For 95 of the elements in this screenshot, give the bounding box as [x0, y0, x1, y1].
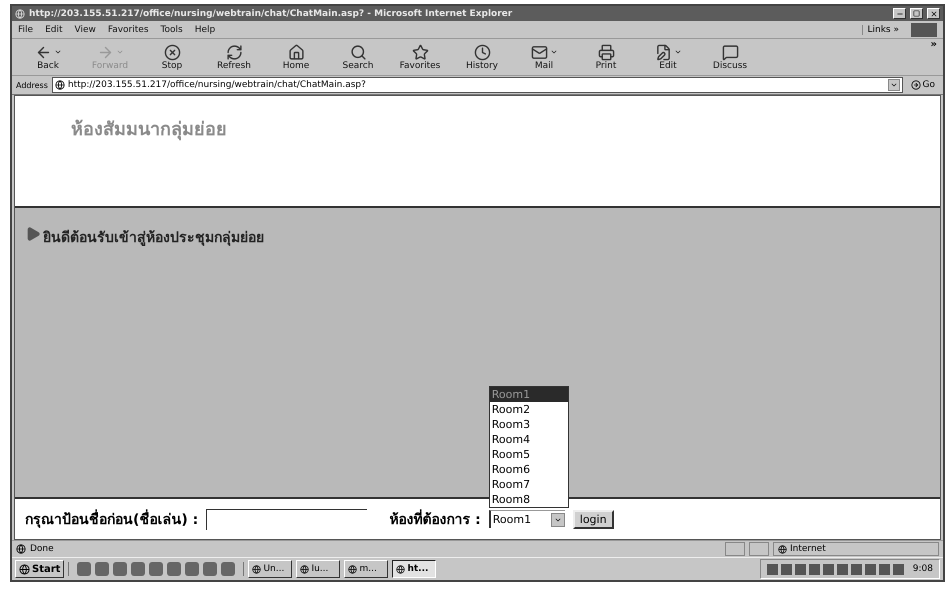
quick-launch-icon[interactable]	[95, 562, 110, 576]
start-button[interactable]: Start	[15, 560, 64, 578]
tray-icon[interactable]	[836, 564, 848, 574]
document-edit-icon	[654, 44, 672, 60]
toolbar-button[interactable]: Search	[328, 40, 388, 74]
dropdown-button[interactable]	[888, 79, 900, 91]
close-icon	[930, 10, 938, 18]
more-chevron[interactable]: »	[930, 39, 937, 50]
go-button[interactable]: Go	[906, 80, 939, 90]
menu-item[interactable]: View	[74, 24, 96, 34]
tray-icon[interactable]	[892, 564, 904, 574]
globe-icon	[348, 564, 358, 574]
room-option[interactable]: Room5	[490, 446, 568, 462]
zone-text: Internet	[790, 544, 826, 554]
tray-icon[interactable]	[864, 564, 876, 574]
globe-icon	[252, 564, 262, 574]
room-option[interactable]: Room2	[490, 402, 568, 416]
toolbar-button[interactable]: Favorites	[390, 40, 450, 74]
printer-icon	[598, 44, 614, 60]
stop-icon	[164, 44, 180, 60]
toolbar-button[interactable]: Refresh	[204, 40, 264, 74]
links-button[interactable]: Links »	[862, 24, 899, 34]
room-option[interactable]: Room8	[490, 492, 568, 506]
quick-launch-icon[interactable]	[185, 562, 200, 576]
toolbar-button[interactable]: Stop	[142, 40, 202, 74]
menu-item[interactable]: Help	[194, 24, 216, 34]
taskbar-task[interactable]: Iu...	[296, 560, 340, 578]
menu-item[interactable]: Favorites	[108, 24, 149, 34]
taskbar-task[interactable]: m...	[344, 560, 388, 578]
toolbar-button[interactable]: Home	[266, 40, 326, 74]
address-label: Address	[16, 80, 48, 90]
nickname-label: กรุณาป้อนชื่อก่อน(ชื่อเล่น) :	[25, 508, 198, 530]
room-option[interactable]: Room7	[490, 476, 568, 492]
tray-icon[interactable]	[850, 564, 862, 574]
toolbar-button[interactable]: Edit	[638, 40, 698, 74]
room-label: ห้องที่ต้องการ :	[389, 508, 481, 530]
search-icon	[350, 44, 366, 60]
tray-icon[interactable]	[808, 564, 820, 574]
globe-icon	[396, 564, 406, 574]
room-option[interactable]: Room3	[490, 416, 568, 432]
page-heading: ห้องสัมมนากลุ่มย่อย	[71, 118, 227, 142]
globe-icon	[778, 544, 787, 554]
room-option[interactable]: Room4	[490, 432, 568, 446]
menu-item[interactable]: Tools	[160, 24, 183, 34]
globe-icon	[300, 564, 310, 574]
welcome-text: ยินดีต้อนรับเข้าสู่ห้องประชุมกลุ่มย่อย	[43, 228, 264, 248]
status-text: Done	[30, 544, 55, 554]
login-button[interactable]: login	[572, 510, 614, 528]
clock-icon	[474, 44, 490, 60]
maximize-button[interactable]	[910, 8, 923, 19]
globe-icon	[19, 564, 30, 574]
close-button[interactable]	[927, 8, 940, 19]
throbber-block	[911, 22, 937, 36]
clock: 9:08	[912, 564, 933, 574]
quick-launch-icon[interactable]	[167, 562, 182, 576]
room-option[interactable]: Room6	[490, 462, 568, 476]
status-pane	[725, 542, 745, 556]
toolbar-button[interactable]: Print	[576, 40, 636, 74]
window-title: http://203.155.51.217/office/nursing/webtrain/chat/ChatMain.asp? - Microsoft Internet Explorer	[29, 8, 514, 18]
taskbar-task[interactable]: ht...	[392, 560, 436, 578]
home-icon	[288, 44, 304, 60]
toolbar-button[interactable]: History	[452, 40, 512, 74]
quick-launch-icon[interactable]	[113, 562, 128, 576]
star-icon	[412, 44, 428, 60]
play-icon	[25, 226, 41, 242]
menu-item[interactable]: File	[18, 24, 34, 34]
tray-icon[interactable]	[794, 564, 806, 574]
refresh-icon	[226, 44, 242, 60]
arrow-circle-icon	[910, 80, 921, 90]
room-select[interactable]: Room1	[488, 510, 565, 528]
minimize-button[interactable]	[893, 8, 906, 19]
maximize-icon	[913, 10, 920, 17]
tray-icon[interactable]	[878, 564, 890, 574]
quick-launch-icon[interactable]	[221, 562, 236, 576]
page-icon	[54, 80, 65, 90]
caret-icon	[890, 81, 898, 89]
toolbar-button[interactable]: Discuss	[700, 40, 760, 74]
taskbar-task[interactable]: Un...	[248, 560, 292, 578]
room-option[interactable]: Room1	[490, 386, 568, 402]
toolbar-button[interactable]: Back	[18, 40, 78, 74]
address-field[interactable]: http://203.155.51.217/office/nursing/webtrain/chat/ChatMain.asp?	[52, 77, 903, 93]
toolbar-button[interactable]: Mail	[514, 40, 574, 74]
tray-icon[interactable]	[766, 564, 778, 574]
page-icon	[16, 544, 26, 554]
tray-icon[interactable]	[780, 564, 792, 574]
quick-launch-icon[interactable]	[77, 562, 92, 576]
tray-icon[interactable]	[822, 564, 834, 574]
status-pane	[749, 542, 769, 556]
menu-item[interactable]: Edit	[45, 24, 62, 34]
browser-icon	[15, 8, 25, 18]
quick-launch-icon[interactable]	[203, 562, 218, 576]
mail-icon	[530, 44, 548, 60]
quick-launch-icon[interactable]	[131, 562, 146, 576]
quick-launch-icon[interactable]	[149, 562, 164, 576]
chat-icon	[722, 44, 738, 60]
